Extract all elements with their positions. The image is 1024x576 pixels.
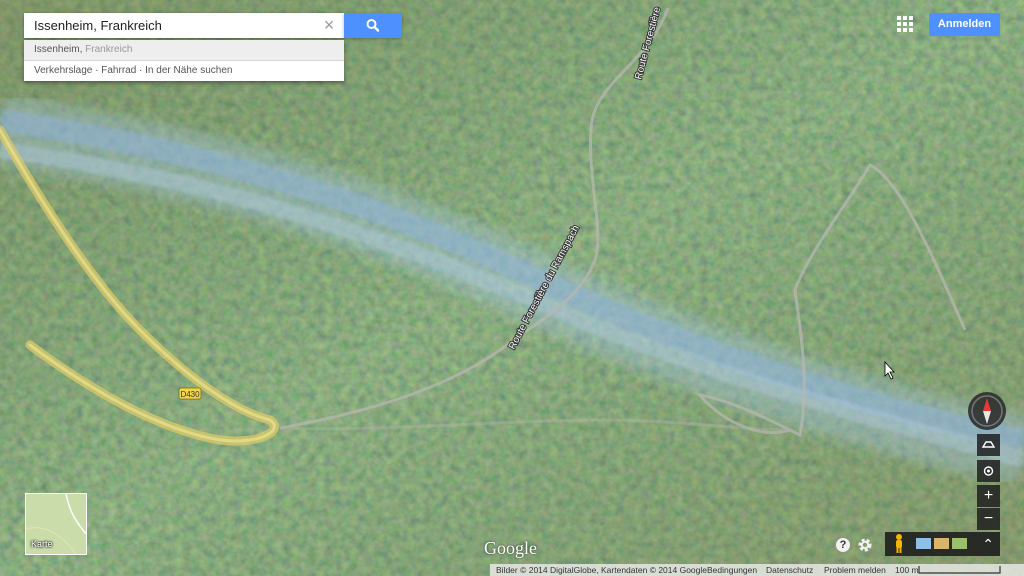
search-input[interactable] xyxy=(24,13,324,38)
privacy-link[interactable]: Datenschutz xyxy=(766,564,813,576)
suggestion-links: Verkehrslage · Fahrrad · In der Nähe suc… xyxy=(34,65,233,76)
scale-label: 100 m xyxy=(895,565,919,575)
gear-icon[interactable] xyxy=(856,536,874,554)
expand-icon[interactable]: ⌃ xyxy=(982,534,994,554)
suggestion-item[interactable]: Issenheim, Frankreich xyxy=(24,40,344,60)
layer-toolbar: ⌃ xyxy=(885,532,1000,556)
clear-search-icon[interactable]: × xyxy=(320,16,338,34)
suggestion-list: Issenheim, Frankreich Verkehrslage · Fah… xyxy=(24,40,344,81)
road-badge-d430: D430 xyxy=(178,387,202,400)
help-icon[interactable]: ? xyxy=(836,538,850,552)
signin-button[interactable]: Anmelden xyxy=(929,13,1000,36)
search-button[interactable] xyxy=(344,13,402,38)
search-icon xyxy=(366,19,380,32)
compass-icon xyxy=(971,395,1003,427)
minimap-label: Karte xyxy=(31,539,53,549)
my-location-button[interactable] xyxy=(977,460,1000,482)
report-problem-link[interactable]: Problem melden xyxy=(824,564,886,576)
suggestion-main: Issenheim, xyxy=(34,44,83,55)
suggestion-secondary: Frankreich xyxy=(82,44,133,55)
svg-text:D430: D430 xyxy=(180,390,200,399)
scale-bar xyxy=(918,566,1001,574)
pegman-icon[interactable] xyxy=(891,533,907,555)
imagery-thumbnails-icon[interactable] xyxy=(916,537,968,551)
suggestion-item[interactable]: Verkehrslage · Fahrrad · In der Nähe suc… xyxy=(24,61,344,81)
attribution-bar: Bilder © 2014 DigitalGlobe, Kartendaten … xyxy=(490,564,1024,576)
imagery-attribution: Bilder © 2014 DigitalGlobe, Kartendaten … xyxy=(496,565,707,575)
satellite-map[interactable]: Route Forestière Route Forestière du Ram… xyxy=(0,0,1024,576)
location-icon xyxy=(983,466,994,476)
compass-control[interactable] xyxy=(968,392,1006,430)
google-logo: Google xyxy=(484,538,537,558)
tilt-icon xyxy=(981,441,996,448)
zoom-out-button[interactable]: − xyxy=(977,508,1000,530)
search-box: × xyxy=(24,13,344,38)
terms-link[interactable]: Bedingungen xyxy=(707,564,757,576)
tilt-button[interactable] xyxy=(977,434,1000,456)
apps-grid-icon[interactable] xyxy=(897,16,913,32)
zoom-in-button[interactable]: + xyxy=(977,485,1000,507)
map-mode-thumbnail[interactable]: Karte xyxy=(25,493,87,555)
